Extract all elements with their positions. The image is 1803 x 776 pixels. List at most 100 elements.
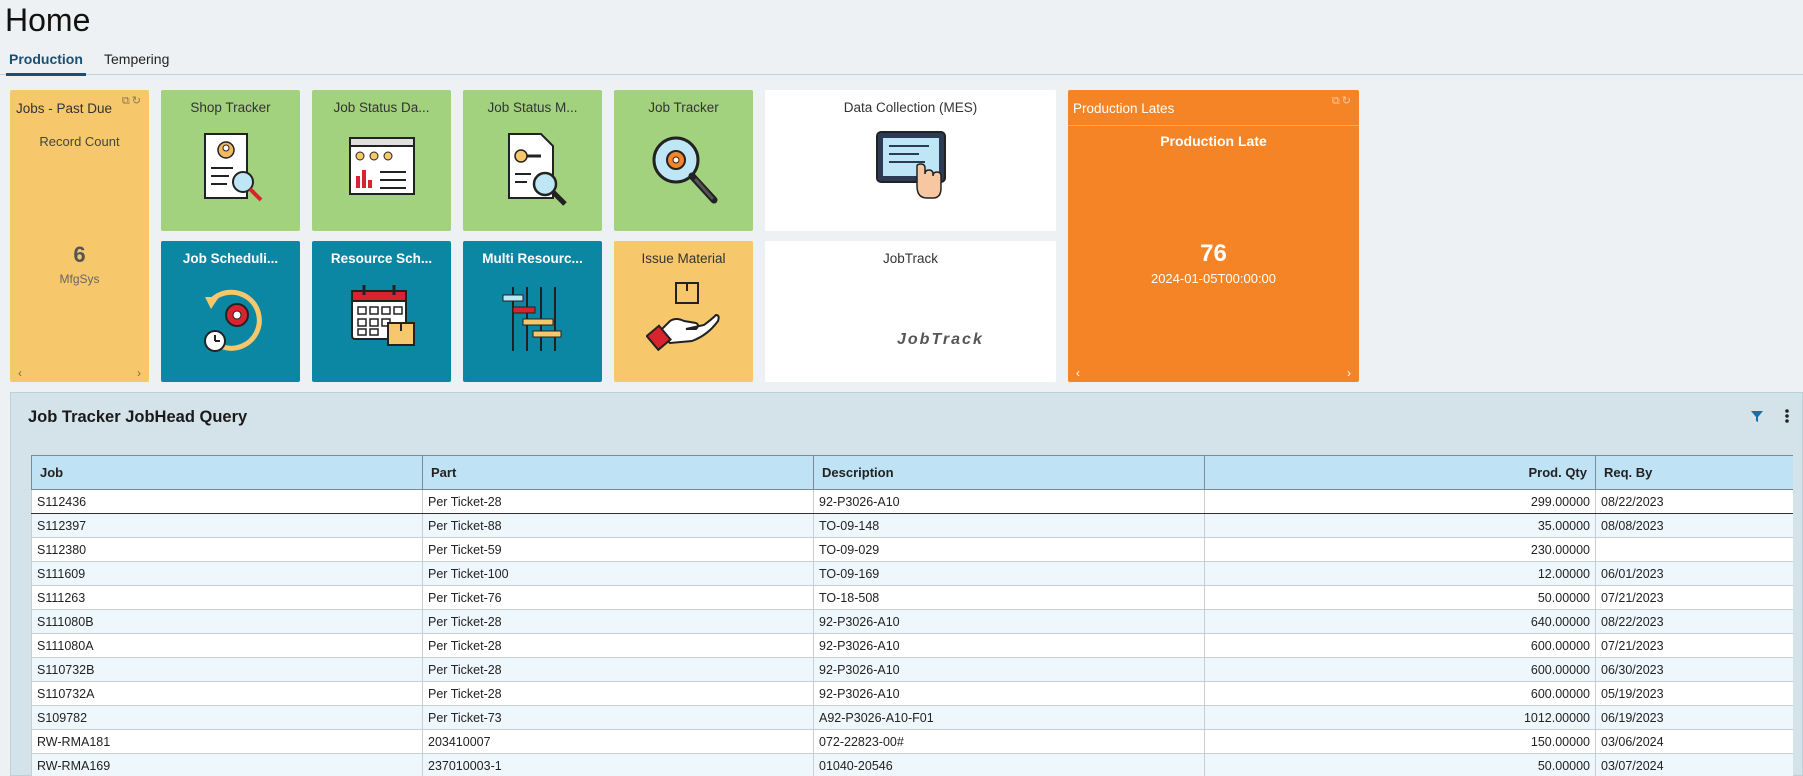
cell-part[interactable]: Per Ticket-59 (422, 537, 814, 562)
cell-description[interactable]: TO-09-148 (813, 513, 1205, 538)
cell-description[interactable]: 92-P3026-A10 (813, 681, 1205, 706)
cell-req-by[interactable]: 07/21/2023 (1595, 585, 1793, 610)
table-row[interactable]: S110732A Per Ticket-28 92-P3026-A10 600.… (31, 681, 1793, 706)
table-row[interactable]: S111080A Per Ticket-28 92-P3026-A10 600.… (31, 633, 1793, 658)
cell-part[interactable]: Per Ticket-28 (422, 681, 814, 706)
cell-part[interactable]: Per Ticket-100 (422, 561, 814, 586)
cell-job[interactable]: S111609 (31, 561, 423, 586)
cell-req-by[interactable]: 08/08/2023 (1595, 513, 1793, 538)
cell-prod-qty[interactable]: 50.00000 (1204, 753, 1596, 776)
table-row[interactable]: S112380 Per Ticket-59 TO-09-029 230.0000… (31, 537, 1793, 562)
cell-req-by[interactable]: 08/22/2023 (1595, 489, 1793, 514)
cell-prod-qty[interactable]: 640.00000 (1204, 609, 1596, 634)
cell-job[interactable]: S111080A (31, 633, 423, 658)
cell-description[interactable]: A92-P3026-A10-F01 (813, 705, 1205, 730)
tile-resource-scheduling[interactable]: Resource Sch... (312, 241, 451, 382)
popout-icon[interactable]: ⧉ (1332, 95, 1342, 107)
cell-description[interactable]: TO-09-029 (813, 537, 1205, 562)
table-row[interactable]: S111609 Per Ticket-100 TO-09-169 12.0000… (31, 561, 1793, 586)
cell-description[interactable]: 92-P3026-A10 (813, 633, 1205, 658)
cell-description[interactable]: 92-P3026-A10 (813, 657, 1205, 682)
cell-job[interactable]: S112380 (31, 537, 423, 562)
tile-production-lates[interactable]: Production Lates ⧉↻ Production Late 76 2… (1068, 90, 1359, 382)
table-row[interactable]: S112397 Per Ticket-88 TO-09-148 35.00000… (31, 513, 1793, 538)
tile-multi-resource[interactable]: Multi Resourc... (463, 241, 602, 382)
cell-prod-qty[interactable]: 150.00000 (1204, 729, 1596, 754)
cell-part[interactable]: Per Ticket-28 (422, 633, 814, 658)
cell-prod-qty[interactable]: 1012.00000 (1204, 705, 1596, 730)
cell-prod-qty[interactable]: 230.00000 (1204, 537, 1596, 562)
cell-prod-qty[interactable]: 12.00000 (1204, 561, 1596, 586)
chevron-right-icon[interactable]: › (137, 366, 141, 380)
cell-prod-qty[interactable]: 50.00000 (1204, 585, 1596, 610)
cell-part[interactable]: Per Ticket-76 (422, 585, 814, 610)
cell-req-by[interactable]: 05/19/2023 (1595, 681, 1793, 706)
cell-part[interactable]: Per Ticket-28 (422, 609, 814, 634)
cell-job[interactable]: S111263 (31, 585, 423, 610)
table-row[interactable]: S109782 Per Ticket-73 A92-P3026-A10-F01 … (31, 705, 1793, 730)
cell-description[interactable]: 92-P3026-A10 (813, 609, 1205, 634)
column-header-req-by[interactable]: Req. By (1595, 455, 1793, 490)
table-row[interactable]: S110732B Per Ticket-28 92-P3026-A10 600.… (31, 657, 1793, 682)
cell-job[interactable]: S110732B (31, 657, 423, 682)
cell-req-by[interactable]: 06/30/2023 (1595, 657, 1793, 682)
cell-job[interactable]: RW-RMA181 (31, 729, 423, 754)
tile-job-tracker[interactable]: Job Tracker (614, 90, 753, 231)
cell-prod-qty[interactable]: 600.00000 (1204, 681, 1596, 706)
popout-icon[interactable]: ⧉ (122, 95, 132, 107)
table-row[interactable]: S111263 Per Ticket-76 TO-18-508 50.00000… (31, 585, 1793, 610)
column-header-part[interactable]: Part (422, 455, 814, 490)
cell-part[interactable]: Per Ticket-28 (422, 657, 814, 682)
cell-req-by[interactable]: 06/01/2023 (1595, 561, 1793, 586)
tab-tempering[interactable]: Tempering (101, 51, 172, 73)
cell-job[interactable]: S112436 (31, 489, 423, 514)
table-row[interactable]: RW-RMA181 203410007 072-22823-00# 150.00… (31, 729, 1793, 754)
cell-part[interactable]: 237010003-1 (422, 753, 814, 776)
cell-job[interactable]: S109782 (31, 705, 423, 730)
tile-job-status-dashboard[interactable]: Job Status Da... (312, 90, 451, 231)
cell-req-by[interactable]: 07/21/2023 (1595, 633, 1793, 658)
cell-req-by[interactable]: 03/07/2024 (1595, 753, 1793, 776)
cell-req-by[interactable]: 08/22/2023 (1595, 609, 1793, 634)
cell-job[interactable]: S112397 (31, 513, 423, 538)
tile-job-status-monitor[interactable]: Job Status M... (463, 90, 602, 231)
refresh-icon[interactable]: ↻ (132, 95, 143, 107)
cell-part[interactable]: Per Ticket-28 (422, 489, 814, 514)
cell-prod-qty[interactable]: 600.00000 (1204, 633, 1596, 658)
cell-description[interactable]: TO-09-169 (813, 561, 1205, 586)
cell-part[interactable]: 203410007 (422, 729, 814, 754)
chevron-right-icon[interactable]: › (1347, 366, 1351, 380)
column-header-prod-qty[interactable]: Prod. Qty (1204, 455, 1596, 490)
table-row[interactable]: S111080B Per Ticket-28 92-P3026-A10 640.… (31, 609, 1793, 634)
tile-shop-tracker[interactable]: Shop Tracker (161, 90, 300, 231)
refresh-icon[interactable]: ↻ (1342, 95, 1353, 107)
cell-prod-qty[interactable]: 299.00000 (1204, 489, 1596, 514)
chevron-left-icon[interactable]: ‹ (1076, 366, 1080, 380)
tile-jobs-past-due[interactable]: Jobs - Past Due ⧉↻ Record Count 6 MfgSys… (10, 90, 149, 382)
more-options-icon[interactable] (1784, 408, 1790, 424)
chevron-left-icon[interactable]: ‹ (18, 366, 22, 380)
cell-job[interactable]: S111080B (31, 609, 423, 634)
tile-data-collection[interactable]: Data Collection (MES) (765, 90, 1056, 231)
cell-req-by[interactable] (1595, 537, 1793, 562)
cell-description[interactable]: 01040-20546 (813, 753, 1205, 776)
cell-job[interactable]: RW-RMA169 (31, 753, 423, 776)
cell-part[interactable]: Per Ticket-88 (422, 513, 814, 538)
filter-icon[interactable] (1750, 409, 1764, 423)
cell-part[interactable]: Per Ticket-73 (422, 705, 814, 730)
cell-prod-qty[interactable]: 35.00000 (1204, 513, 1596, 538)
cell-prod-qty[interactable]: 600.00000 (1204, 657, 1596, 682)
table-row[interactable]: S112436 Per Ticket-28 92-P3026-A10 299.0… (31, 489, 1793, 514)
table-row[interactable]: RW-RMA169 237010003-1 01040-20546 50.000… (31, 753, 1793, 776)
column-header-description[interactable]: Description (813, 455, 1205, 490)
cell-description[interactable]: 92-P3026-A10 (813, 489, 1205, 514)
tile-job-scheduling[interactable]: Job Scheduli... (161, 241, 300, 382)
tile-issue-material[interactable]: Issue Material (614, 241, 753, 382)
tile-jobtrack[interactable]: JobTrack JobTrack (765, 241, 1056, 382)
cell-job[interactable]: S110732A (31, 681, 423, 706)
cell-req-by[interactable]: 06/19/2023 (1595, 705, 1793, 730)
cell-description[interactable]: TO-18-508 (813, 585, 1205, 610)
column-header-job[interactable]: Job (31, 455, 423, 490)
cell-description[interactable]: 072-22823-00# (813, 729, 1205, 754)
cell-req-by[interactable]: 03/06/2024 (1595, 729, 1793, 754)
